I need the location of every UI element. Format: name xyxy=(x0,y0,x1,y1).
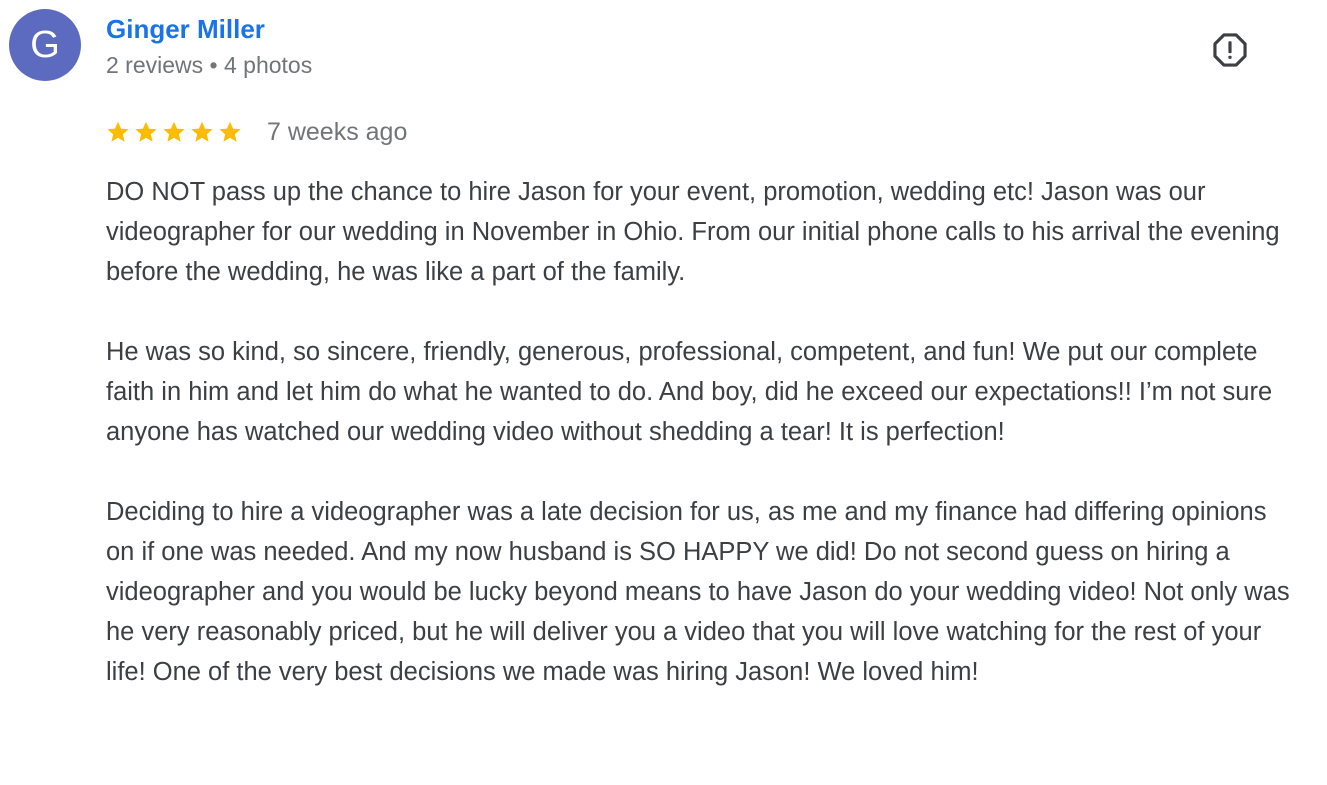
review-card: G Ginger Miller 2 reviews • 4 photos 7 w… xyxy=(0,0,1327,785)
star-icon xyxy=(219,121,241,142)
review-text: DO NOT pass up the chance to hire Jason … xyxy=(106,172,1296,692)
star-icon xyxy=(163,121,185,142)
star-rating xyxy=(106,120,246,144)
review-paragraph: DO NOT pass up the chance to hire Jason … xyxy=(106,178,1280,286)
report-review-button[interactable] xyxy=(1208,28,1252,72)
rating-row: 7 weeks ago xyxy=(106,114,407,150)
star-icon xyxy=(135,121,157,142)
reviewer-meta[interactable]: 2 reviews • 4 photos xyxy=(106,52,312,79)
star-icon xyxy=(107,121,129,142)
review-paragraph: Deciding to hire a videographer was a la… xyxy=(106,498,1290,686)
report-flag-icon xyxy=(1213,33,1247,67)
star-icon xyxy=(191,121,213,142)
avatar[interactable]: G xyxy=(9,9,81,81)
avatar-letter: G xyxy=(30,23,60,66)
review-date: 7 weeks ago xyxy=(267,117,408,146)
review-paragraph: He was so kind, so sincere, friendly, ge… xyxy=(106,338,1273,446)
reviewer-name-link[interactable]: Ginger Miller xyxy=(106,14,265,45)
